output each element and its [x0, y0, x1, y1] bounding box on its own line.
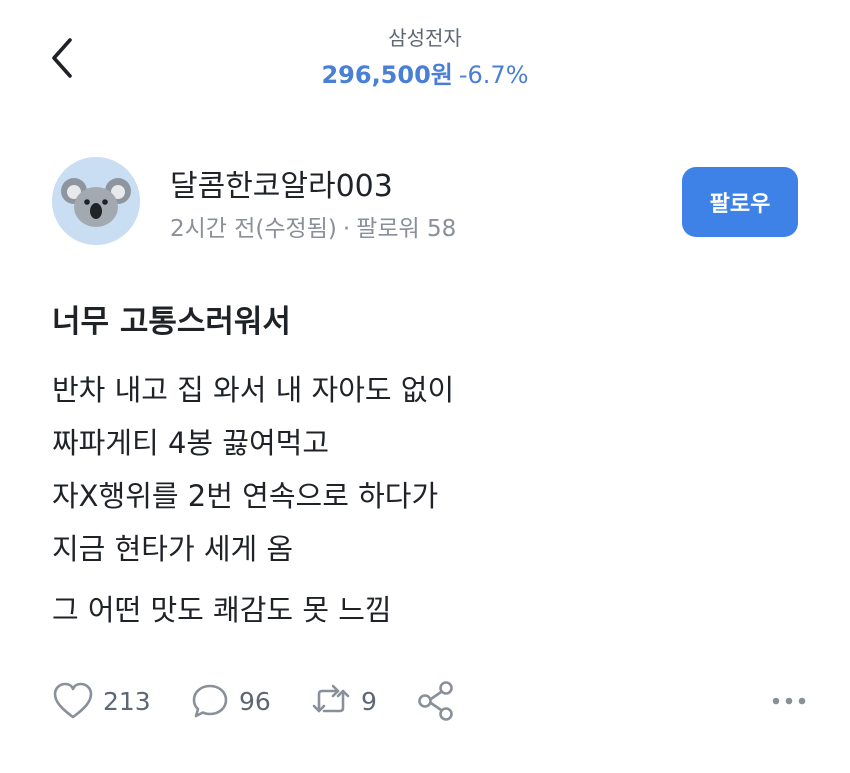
- more-button[interactable]: [766, 686, 812, 716]
- koala-avatar-icon[interactable]: [52, 157, 140, 245]
- top-bar: 삼성전자 296,500원 -6.7%: [0, 0, 850, 100]
- post-line: 자X행위를 2번 연속으로 하다가: [52, 479, 439, 513]
- heart-icon: [53, 682, 93, 719]
- action-bar: 213 96 9: [52, 676, 812, 726]
- comment-button[interactable]: 96: [190, 676, 271, 726]
- stock-change: -6.7%: [458, 61, 529, 89]
- like-count: 213: [103, 686, 151, 716]
- post-closing-line: 그 어떤 맛도 쾌감도 못 느낌: [52, 593, 392, 627]
- follow-button[interactable]: 팔로우: [682, 167, 798, 237]
- more-icon: [772, 697, 806, 705]
- post-body: 반차 내고 집 와서 내 자아도 없이 짜파게티 4봉 끓여먹고 자X행위를 2…: [52, 364, 812, 637]
- follower-count: 팔로워 58: [356, 216, 457, 242]
- meta-separator: ·: [342, 216, 351, 242]
- stock-name: 삼성전자: [388, 26, 462, 50]
- stock-price: 296,500원: [321, 61, 453, 89]
- stock-price-line: 296,500원 -6.7%: [0, 55, 850, 90]
- repost-button[interactable]: 9: [310, 676, 377, 726]
- author-name[interactable]: 달콤한코알라003: [170, 161, 393, 205]
- repost-icon: [312, 684, 350, 713]
- post-meta: 2시간 전(수정됨) · 팔로워 58: [170, 209, 456, 243]
- post-line: 반차 내고 집 와서 내 자아도 없이: [52, 373, 455, 407]
- post-line: 짜파게티 4봉 끓여먹고: [52, 426, 330, 460]
- comment-count: 96: [239, 686, 271, 716]
- like-button[interactable]: 213: [52, 676, 151, 726]
- share-button[interactable]: [416, 676, 456, 726]
- author-row: 달콤한코알라003 2시간 전(수정됨) · 팔로워 58 팔로우: [52, 155, 812, 247]
- post-title: 너무 고통스러워서: [52, 304, 291, 340]
- post-time: 2시간 전(수정됨): [170, 216, 337, 242]
- share-icon: [418, 681, 453, 721]
- post-line: 지금 현타가 세게 옴: [52, 532, 294, 566]
- koala-icon: [52, 157, 140, 245]
- comment-icon: [192, 684, 228, 718]
- repost-count: 9: [361, 686, 377, 716]
